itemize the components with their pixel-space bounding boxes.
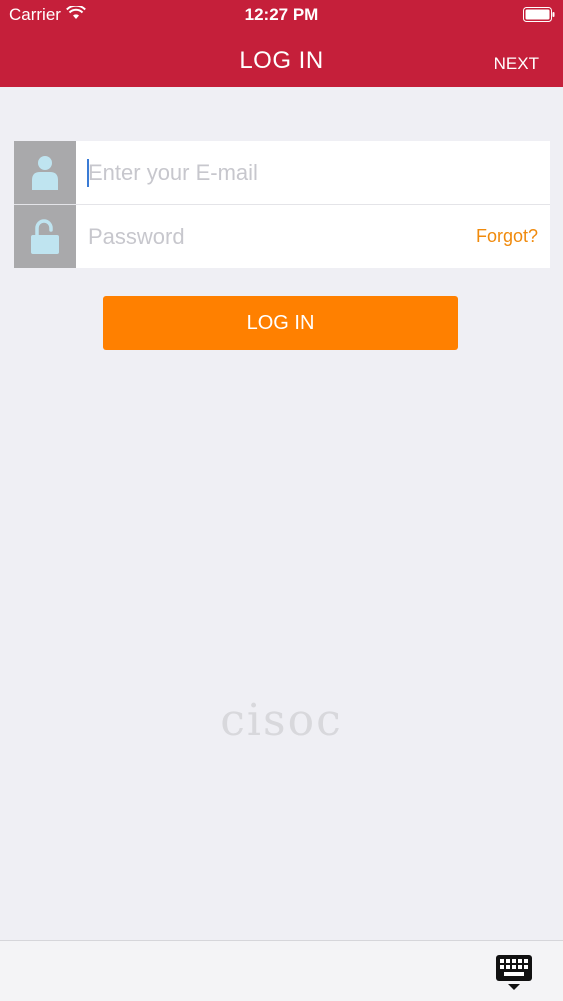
top-bar: Carrier 12:27 PM LOG IN NEXT [0, 0, 563, 87]
email-field[interactable] [88, 141, 468, 204]
next-button[interactable]: NEXT [494, 54, 539, 74]
keyboard-accessory-bar [0, 940, 563, 1001]
password-row: Forgot? [14, 205, 550, 268]
status-bar: Carrier 12:27 PM [0, 0, 563, 30]
logo-text: cisoc [220, 695, 343, 746]
status-time: 12:27 PM [244, 5, 319, 24]
battery-icon [523, 7, 555, 27]
login-form: Forgot? [14, 141, 550, 268]
page-title: LOG IN [239, 47, 324, 74]
email-icon-box [14, 141, 76, 204]
password-field[interactable] [88, 205, 468, 268]
forgot-password-link[interactable]: Forgot? [476, 226, 538, 247]
keyboard-icon[interactable] [495, 954, 533, 997]
password-icon-box [14, 205, 76, 268]
email-row [14, 141, 550, 204]
brand-logo: cisoc [0, 695, 563, 746]
login-button[interactable]: LOG IN [103, 296, 458, 350]
